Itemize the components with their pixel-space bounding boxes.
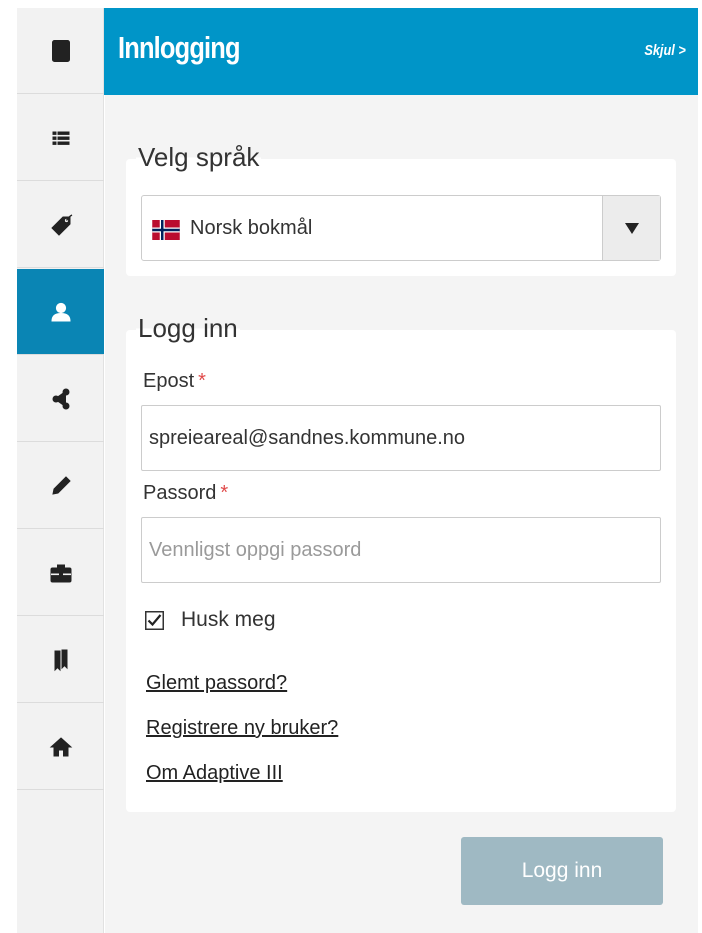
password-field[interactable] <box>141 517 661 583</box>
login-button[interactable]: Logg inn <box>461 837 663 905</box>
sidebar-item-user[interactable] <box>17 269 104 355</box>
language-dropdown-button[interactable] <box>602 196 660 260</box>
remember-me-checkbox[interactable]: Husk meg <box>145 608 276 632</box>
home-icon <box>49 736 72 756</box>
user-icon <box>50 302 71 321</box>
language-fieldset: Velg språk Norsk bokmål <box>126 142 676 276</box>
panel-header: Innlogging Skjul > <box>104 8 698 95</box>
norway-flag-icon <box>152 220 180 240</box>
sidebar-item-list[interactable] <box>17 95 104 181</box>
language-legend: Velg språk <box>136 142 262 173</box>
sidebar-rail <box>17 8 104 933</box>
forgot-password-link[interactable]: Glemt passord? <box>146 672 287 695</box>
hide-panel-link[interactable]: Skjul > <box>645 42 686 59</box>
login-fieldset: Logg inn Epost* Passord* Husk meg Glemt … <box>126 313 676 812</box>
briefcase-icon <box>50 564 71 582</box>
register-user-link[interactable]: Registrere ny bruker? <box>146 717 338 740</box>
bookmarks-icon <box>54 649 67 671</box>
password-label-text: Passord <box>143 482 217 504</box>
share-icon <box>52 388 69 409</box>
list-icon <box>52 131 69 145</box>
language-select[interactable]: Norsk bokmål <box>141 195 661 261</box>
sidebar-item-bookmarks[interactable] <box>17 617 104 703</box>
sidebar-item-tag[interactable] <box>17 182 104 268</box>
language-selected-value: Norsk bokmål <box>190 217 313 239</box>
page-title: Innlogging <box>118 30 241 65</box>
tag-icon <box>50 213 72 236</box>
email-label: Epost * <box>143 370 206 393</box>
sidebar-item-tools[interactable] <box>17 530 104 616</box>
sidebar-item-home[interactable] <box>17 704 104 790</box>
email-field[interactable] <box>141 405 661 471</box>
sidebar-item-edit[interactable] <box>17 443 104 529</box>
about-link[interactable]: Om Adaptive III <box>146 762 283 785</box>
email-label-text: Epost <box>143 370 195 392</box>
login-legend: Logg inn <box>136 313 240 344</box>
required-marker: * <box>198 370 206 392</box>
document-icon <box>51 39 70 62</box>
pencil-icon <box>51 475 71 495</box>
required-marker: * <box>220 482 229 504</box>
remember-me-label: Husk meg <box>181 608 276 631</box>
login-panel: Velg språk Norsk bokmål Logg inn Epost * … <box>105 95 698 933</box>
sidebar-item-document[interactable] <box>17 8 104 94</box>
checkbox-checked-icon[interactable] <box>145 610 164 630</box>
caret-down-icon <box>624 222 639 234</box>
password-label: Passord * <box>143 482 228 505</box>
sidebar-item-share[interactable] <box>17 356 104 442</box>
